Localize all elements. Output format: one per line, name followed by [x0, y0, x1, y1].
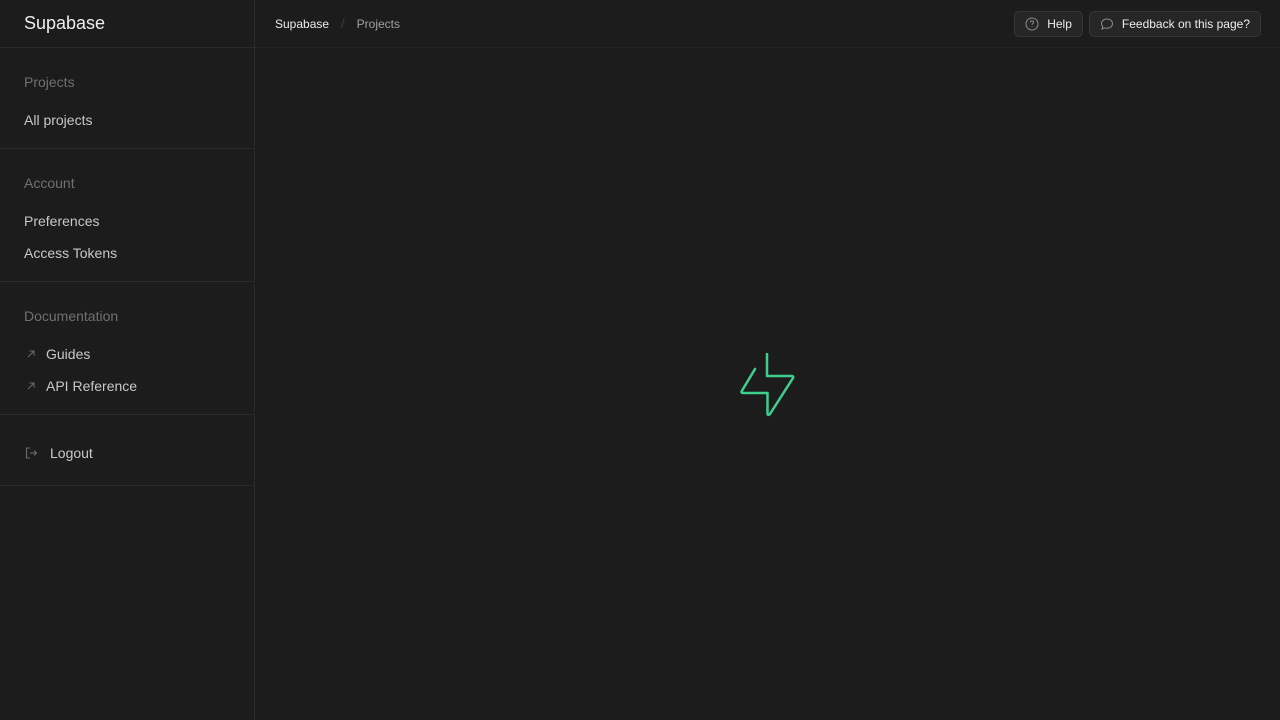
- breadcrumb: Supabase / Projects: [275, 16, 400, 31]
- message-bubble-icon: [1100, 17, 1114, 31]
- external-link-arrow-icon: [24, 347, 38, 361]
- sidebar-item-label: API Reference: [46, 378, 138, 394]
- main-content: Supabase / Projects Help Feedback on thi…: [255, 0, 1280, 720]
- sidebar-item-api-reference[interactable]: API Reference: [0, 370, 254, 402]
- feedback-label: Feedback on this page?: [1121, 16, 1250, 31]
- sidebar-item-guides[interactable]: Guides: [0, 338, 254, 370]
- sidebar: Supabase Projects All projects Account P…: [0, 0, 255, 720]
- brand-title[interactable]: Supabase: [0, 0, 254, 48]
- logout-button[interactable]: Logout: [0, 437, 254, 469]
- breadcrumb-root[interactable]: Supabase: [275, 17, 329, 31]
- topbar: Supabase / Projects Help Feedback on thi…: [255, 0, 1280, 48]
- help-button[interactable]: Help: [1014, 10, 1083, 37]
- help-circle-icon: [1025, 17, 1039, 31]
- sidebar-item-label: All projects: [24, 112, 93, 128]
- app-shell: Supabase Projects All projects Account P…: [0, 0, 1280, 720]
- sidebar-item-label: Preferences: [24, 213, 100, 229]
- section-title-account: Account: [24, 175, 75, 191]
- sidebar-section-account: Account Preferences Access Tokens: [0, 149, 254, 282]
- sidebar-item-label: Guides: [46, 346, 91, 362]
- sidebar-item-label: Access Tokens: [24, 245, 118, 261]
- breadcrumb-current[interactable]: Projects: [357, 17, 400, 31]
- section-title-documentation: Documentation: [24, 308, 119, 324]
- external-link-arrow-icon: [24, 379, 38, 393]
- sidebar-item-access-tokens[interactable]: Access Tokens: [0, 237, 254, 269]
- feedback-button[interactable]: Feedback on this page?: [1088, 10, 1261, 37]
- logout-label: Logout: [50, 445, 93, 461]
- sidebar-item-preferences[interactable]: Preferences: [0, 205, 254, 237]
- sidebar-item-all-projects[interactable]: All projects: [0, 104, 254, 136]
- section-title-projects: Projects: [24, 74, 75, 90]
- sidebar-section-projects: Projects All projects: [0, 48, 254, 149]
- help-label: Help: [1047, 16, 1072, 31]
- supabase-logo-icon: [739, 352, 797, 417]
- sidebar-section-logout: Logout: [0, 415, 254, 486]
- breadcrumb-separator: /: [341, 16, 345, 31]
- sidebar-section-documentation: Documentation Guides API Reference: [0, 282, 254, 415]
- logout-icon: [24, 446, 38, 460]
